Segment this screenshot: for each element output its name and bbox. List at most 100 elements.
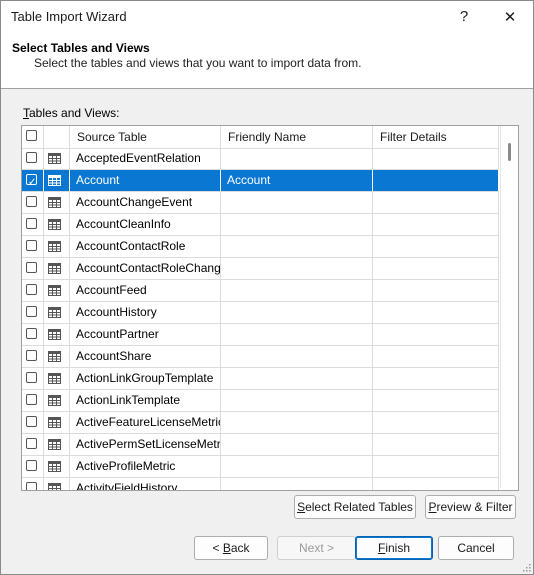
wizard-header: Select Tables and Views Select the table… [1, 32, 533, 89]
friendly-name-cell[interactable] [221, 302, 373, 323]
row-checkbox[interactable] [26, 328, 37, 339]
grid-header: Source Table Friendly Name Filter Detail… [22, 126, 499, 149]
table-row[interactable]: ActiveProfileMetric [22, 456, 499, 478]
friendly-name-cell[interactable] [221, 390, 373, 411]
table-row[interactable]: ActiveFeatureLicenseMetric [22, 412, 499, 434]
row-checkbox-cell [22, 280, 44, 301]
icon-column-header [44, 126, 70, 148]
row-checkbox[interactable] [26, 394, 37, 405]
row-checkbox[interactable] [26, 262, 37, 273]
source-table-cell: ActiveProfileMetric [70, 456, 221, 477]
filter-details-cell [373, 368, 499, 389]
friendly-name-cell[interactable] [221, 368, 373, 389]
cancel-label: Cancel [457, 541, 495, 555]
table-row[interactable]: AccountHistory [22, 302, 499, 324]
table-row[interactable]: AccountPartner [22, 324, 499, 346]
next-button[interactable]: Next > [277, 536, 356, 560]
table-row[interactable]: ActionLinkGroupTemplate [22, 368, 499, 390]
filter-details-cell [373, 280, 499, 301]
friendly-name-cell[interactable] [221, 412, 373, 433]
row-checkbox[interactable] [26, 482, 37, 490]
source-table-cell: AcceptedEventRelation [70, 148, 221, 169]
row-icon-cell [44, 368, 70, 389]
table-row[interactable]: AccountChangeEvent [22, 192, 499, 214]
filter-details-cell [373, 170, 499, 191]
friendly-name-cell[interactable] [221, 148, 373, 169]
friendly-name-cell[interactable] [221, 236, 373, 257]
table-row[interactable]: ActionLinkTemplate [22, 390, 499, 412]
row-checkbox[interactable] [26, 284, 37, 295]
friendly-name-cell[interactable] [221, 324, 373, 345]
row-checkbox[interactable] [26, 196, 37, 207]
friendly-name-cell[interactable] [221, 434, 373, 455]
table-row[interactable]: AcceptedEventRelation [22, 148, 499, 170]
table-row[interactable]: ActivePermSetLicenseMetric [22, 434, 499, 456]
friendly-name-header[interactable]: Friendly Name [221, 126, 373, 148]
back-button[interactable]: < Back [194, 536, 268, 560]
table-row[interactable]: AccountContactRole [22, 236, 499, 258]
window-title: Table Import Wizard [11, 9, 127, 24]
close-button[interactable]: ✕ [487, 1, 533, 32]
table-row[interactable]: AccountContactRoleChang... [22, 258, 499, 280]
finish-button[interactable]: Finish [355, 536, 433, 560]
friendly-name-cell[interactable] [221, 456, 373, 477]
scrollbar-thumb[interactable] [508, 143, 511, 161]
select-related-label: Select Related Tables [297, 500, 413, 514]
row-icon-cell [44, 456, 70, 477]
filter-details-cell [373, 258, 499, 279]
table-icon [48, 395, 61, 406]
source-table-cell: AccountPartner [70, 324, 221, 345]
row-checkbox[interactable] [26, 416, 37, 427]
friendly-name-cell[interactable]: Account [221, 170, 373, 191]
friendly-name-cell[interactable] [221, 258, 373, 279]
row-icon-cell [44, 280, 70, 301]
filter-details-cell [373, 302, 499, 323]
friendly-name-cell[interactable] [221, 346, 373, 367]
row-checkbox[interactable] [26, 152, 37, 163]
table-row[interactable]: ✓ Account Account [22, 170, 499, 192]
row-icon-cell [44, 412, 70, 433]
preview-filter-label: Preview & Filter [428, 500, 513, 514]
row-checkbox-cell [22, 346, 44, 367]
cancel-button[interactable]: Cancel [438, 536, 514, 560]
table-row[interactable]: AccountShare [22, 346, 499, 368]
resize-grip-icon[interactable] [521, 562, 531, 572]
vertical-scrollbar[interactable] [500, 126, 518, 488]
preview-filter-button[interactable]: Preview & Filter [425, 495, 516, 519]
table-icon [48, 461, 61, 472]
friendly-name-cell[interactable] [221, 280, 373, 301]
row-checkbox-cell [22, 434, 44, 455]
close-icon: ✕ [503, 8, 517, 26]
filter-details-header[interactable]: Filter Details [373, 126, 499, 148]
row-icon-cell [44, 478, 70, 490]
table-row[interactable]: ActivityFieldHistory [22, 478, 499, 490]
source-table-cell: AccountContactRole [70, 236, 221, 257]
table-icon [48, 263, 61, 274]
row-checkbox[interactable] [26, 240, 37, 251]
tables-grid[interactable]: Source Table Friendly Name Filter Detail… [21, 125, 519, 491]
row-checkbox[interactable] [26, 306, 37, 317]
row-checkbox[interactable] [26, 350, 37, 361]
row-checkbox[interactable] [26, 438, 37, 449]
select-related-tables-button[interactable]: Select Related Tables [294, 495, 416, 519]
friendly-name-cell[interactable] [221, 478, 373, 490]
table-icon [48, 329, 61, 340]
filter-details-cell [373, 214, 499, 235]
friendly-name-cell[interactable] [221, 192, 373, 213]
row-checkbox[interactable] [26, 218, 37, 229]
tables-and-views-label: Tables and Views: [23, 106, 120, 120]
row-checkbox[interactable]: ✓ [26, 174, 37, 188]
table-icon [48, 417, 61, 428]
help-button[interactable]: ? [441, 1, 487, 32]
row-checkbox[interactable] [26, 372, 37, 383]
table-row[interactable]: AccountFeed [22, 280, 499, 302]
row-checkbox[interactable] [26, 460, 37, 471]
friendly-name-cell[interactable] [221, 214, 373, 235]
title-bar: Table Import Wizard ? ✕ [1, 1, 533, 32]
select-all-checkbox[interactable] [26, 130, 37, 141]
table-row[interactable]: AccountCleanInfo [22, 214, 499, 236]
source-table-header[interactable]: Source Table [70, 126, 221, 148]
row-icon-cell [44, 214, 70, 235]
table-icon [48, 351, 61, 362]
row-checkbox-cell [22, 214, 44, 235]
